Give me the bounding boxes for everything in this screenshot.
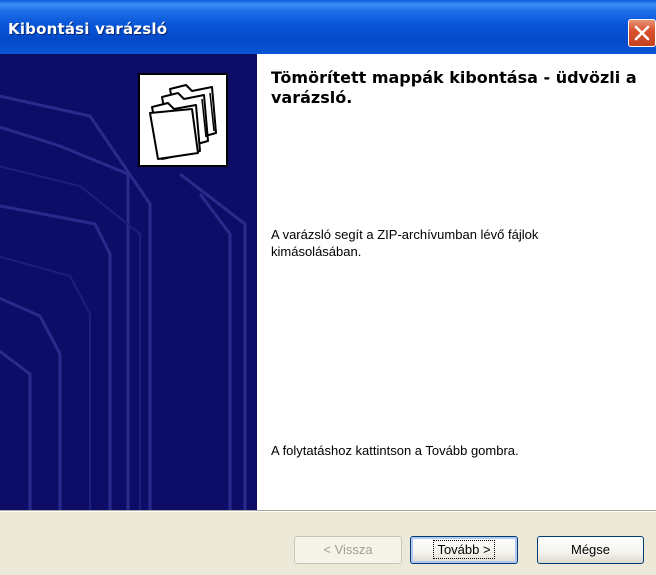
folders-icon [138,73,228,167]
close-icon [634,25,650,41]
close-button[interactable] [628,19,656,47]
continue-hint: A folytatáshoz kattintson a Tovább gombr… [271,443,519,458]
wizard-side-panel [0,54,257,510]
back-button[interactable]: < Vissza [294,536,402,564]
page-title: Tömörített mappák kibontása - üdvözli a … [271,68,637,107]
wizard-content: Tömörített mappák kibontása - üdvözli a … [257,54,656,510]
next-button-label: Tovább > [433,540,495,559]
wizard-description: A varázsló segít a ZIP-archívumban lévő … [271,227,539,259]
title-bar[interactable]: Kibontási varázsló [0,0,656,54]
button-bar-separator [0,510,656,512]
cancel-button[interactable]: Mégse [537,536,644,564]
window-title: Kibontási varázsló [8,20,168,38]
wizard-window: Kibontási varázsló Tömörített mappák kib… [0,0,656,575]
next-button[interactable]: Tovább > [410,536,518,564]
